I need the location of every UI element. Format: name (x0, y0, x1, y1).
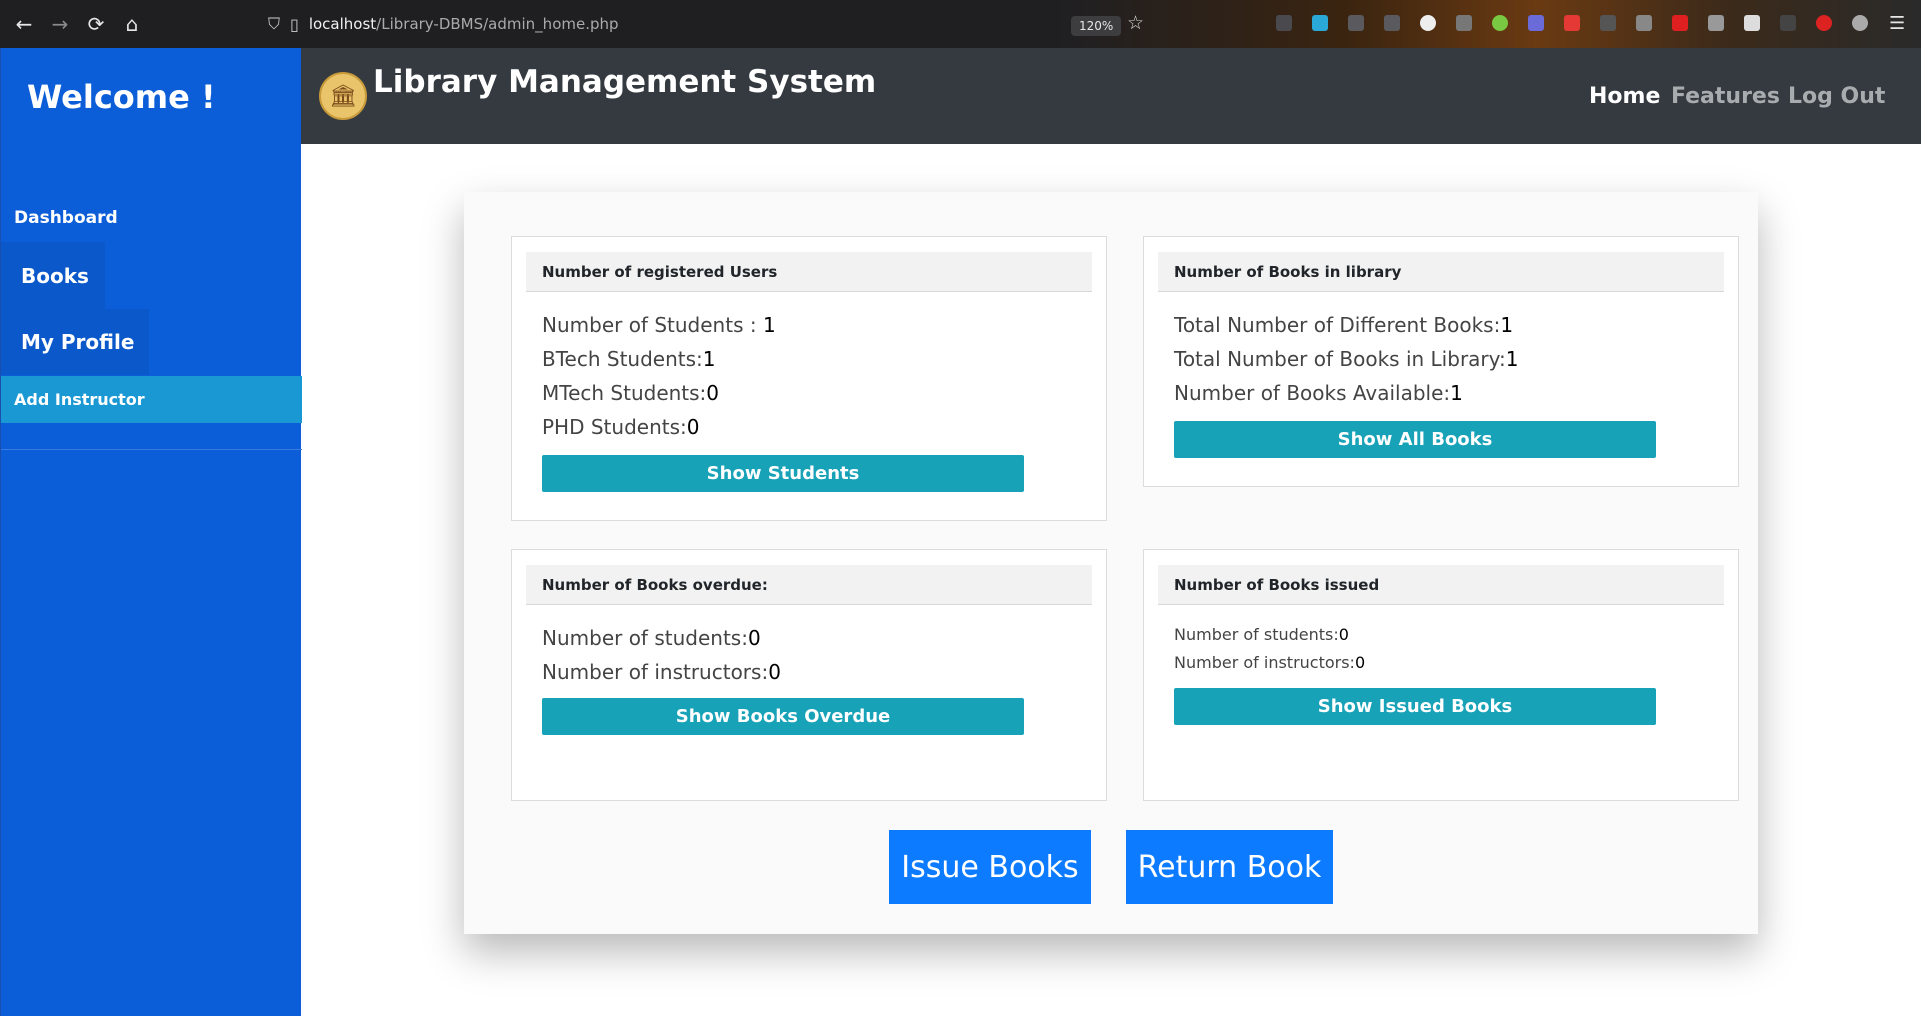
show-books-overdue-button[interactable]: Show Books Overdue (542, 698, 1024, 735)
extension-icon[interactable] (1852, 15, 1868, 31)
stat-line: BTech Students:1 (542, 347, 716, 371)
books-issued-card: Number of Books issued Number of student… (1143, 549, 1739, 801)
zoom-level-badge[interactable]: 120% (1071, 16, 1122, 36)
stat-value: 0 (706, 381, 720, 405)
registered-users-card: Number of registered Users Number of Stu… (511, 236, 1107, 521)
stat-label: BTech Students: (542, 347, 703, 371)
extension-icon[interactable] (1708, 15, 1724, 31)
sidebar-divider (1, 449, 302, 450)
stat-label: Total Number of Books in Library: (1174, 347, 1506, 371)
reload-icon[interactable]: ⟳ (84, 12, 108, 36)
show-students-button[interactable]: Show Students (542, 455, 1024, 492)
extension-icon[interactable] (1744, 15, 1760, 31)
issue-books-button[interactable]: Issue Books (889, 830, 1091, 904)
stat-value: 0 (1338, 625, 1349, 644)
stat-line: Number of Books Available:1 (1174, 381, 1463, 405)
stat-line: Number of instructors:0 (1174, 653, 1365, 672)
stat-value: 1 (1450, 381, 1463, 405)
extension-icon[interactable] (1600, 15, 1616, 31)
stat-line: Number of instructors:0 (542, 660, 781, 684)
stat-label: PHD Students: (542, 415, 687, 439)
books-overdue-card: Number of Books overdue: Number of stude… (511, 549, 1107, 801)
stat-line: Total Number of Books in Library:1 (1174, 347, 1519, 371)
welcome-heading: Welcome ! (27, 78, 216, 116)
stat-value: 1 (1505, 347, 1519, 371)
card-header: Number of Books in library (1158, 252, 1724, 292)
top-navbar: 🏛 Library Management System Home Feature… (301, 48, 1921, 144)
library-logo-icon: 🏛 (319, 72, 367, 120)
extension-icon[interactable] (1456, 15, 1472, 31)
extension-icon[interactable] (1528, 15, 1544, 31)
app-title: Library Management System (373, 64, 877, 100)
download-icon[interactable] (1312, 15, 1328, 31)
dashboard-panel: Number of registered Users Number of Stu… (464, 192, 1758, 934)
stat-value: 1 (762, 313, 776, 337)
card-header: Number of Books issued (1158, 565, 1724, 605)
stat-line: Number of students:0 (542, 626, 761, 650)
stat-label: Number of instructors: (1174, 653, 1355, 672)
extension-plus-icon[interactable] (1492, 15, 1508, 31)
sidebar-item-my-profile[interactable]: My Profile (1, 309, 149, 375)
card-header: Number of Books overdue: (526, 565, 1092, 605)
stat-label: Number of Students : (542, 313, 763, 337)
stat-label: Number of instructors: (542, 660, 769, 684)
stat-value: 1 (702, 347, 716, 371)
home-icon[interactable]: ⌂ (120, 12, 144, 36)
library-icon[interactable] (1348, 15, 1364, 31)
sidebar-item-dashboard[interactable]: Dashboard (14, 208, 118, 228)
bookmark-star-icon[interactable]: ☆ (1127, 12, 1144, 34)
nav-home-link[interactable]: Home (1589, 84, 1660, 109)
sidebar-item-label: Books (21, 263, 89, 288)
extension-icon[interactable] (1564, 15, 1580, 31)
books-in-library-card: Number of Books in library Total Number … (1143, 236, 1739, 487)
extension-icon[interactable] (1816, 15, 1832, 31)
sidebar: Welcome ! Dashboard Books My Profile Add… (0, 48, 302, 1016)
forward-icon[interactable]: → (48, 12, 72, 36)
stat-value: 0 (768, 660, 781, 684)
stat-line: PHD Students:0 (542, 415, 699, 439)
nav-features-link[interactable]: Features (1671, 84, 1780, 109)
show-all-books-button[interactable]: Show All Books (1174, 421, 1656, 458)
sidebar-icon[interactable] (1384, 15, 1400, 31)
sidebar-item-label: My Profile (21, 330, 135, 354)
page-icon: ▯ (290, 14, 299, 34)
stat-label: Number of students: (542, 626, 748, 650)
shield-icon: ⛉ (268, 14, 281, 33)
stat-line: Number of Students : 1 (542, 313, 776, 337)
show-issued-books-button[interactable]: Show Issued Books (1174, 688, 1656, 725)
sidebar-item-add-instructor[interactable]: Add Instructor (1, 376, 302, 423)
stat-line: Total Number of Different Books:1 (1174, 313, 1513, 337)
card-header: Number of registered Users (526, 252, 1092, 292)
browser-toolbar: ← → ⟳ ⌂ ⛉ ▯ localhost/Library-DBMS/admin… (0, 0, 1921, 48)
extension-n-icon[interactable] (1420, 15, 1436, 31)
pocket-icon[interactable] (1276, 15, 1292, 31)
menu-icon[interactable]: ☰ (1889, 13, 1905, 34)
address-bar[interactable]: ⛉ ▯ localhost/Library-DBMS/admin_home.ph… (268, 12, 619, 36)
stat-value: 0 (747, 626, 761, 650)
stat-label: Number of students: (1174, 625, 1339, 644)
url-host: localhost (308, 15, 377, 33)
stat-label: Number of Books Available: (1174, 381, 1451, 405)
stat-line: Number of students:0 (1174, 625, 1349, 644)
stat-value: 1 (1500, 313, 1514, 337)
back-icon[interactable]: ← (12, 12, 36, 36)
youtube-icon[interactable] (1672, 15, 1688, 31)
url-path: /Library-DBMS/admin_home.php (376, 15, 619, 33)
gear-icon[interactable] (1636, 15, 1652, 31)
stat-value: 0 (1354, 653, 1366, 672)
stat-line: MTech Students:0 (542, 381, 719, 405)
stat-value: 0 (686, 415, 700, 439)
stat-label: MTech Students: (542, 381, 707, 405)
nav-logout-link[interactable]: Log Out (1788, 84, 1885, 109)
extension-icon[interactable] (1780, 15, 1796, 31)
sidebar-item-books[interactable]: Books (1, 242, 105, 309)
return-book-button[interactable]: Return Book (1126, 830, 1333, 904)
sidebar-item-label: Add Instructor (14, 390, 145, 409)
stat-label: Total Number of Different Books: (1174, 313, 1501, 337)
